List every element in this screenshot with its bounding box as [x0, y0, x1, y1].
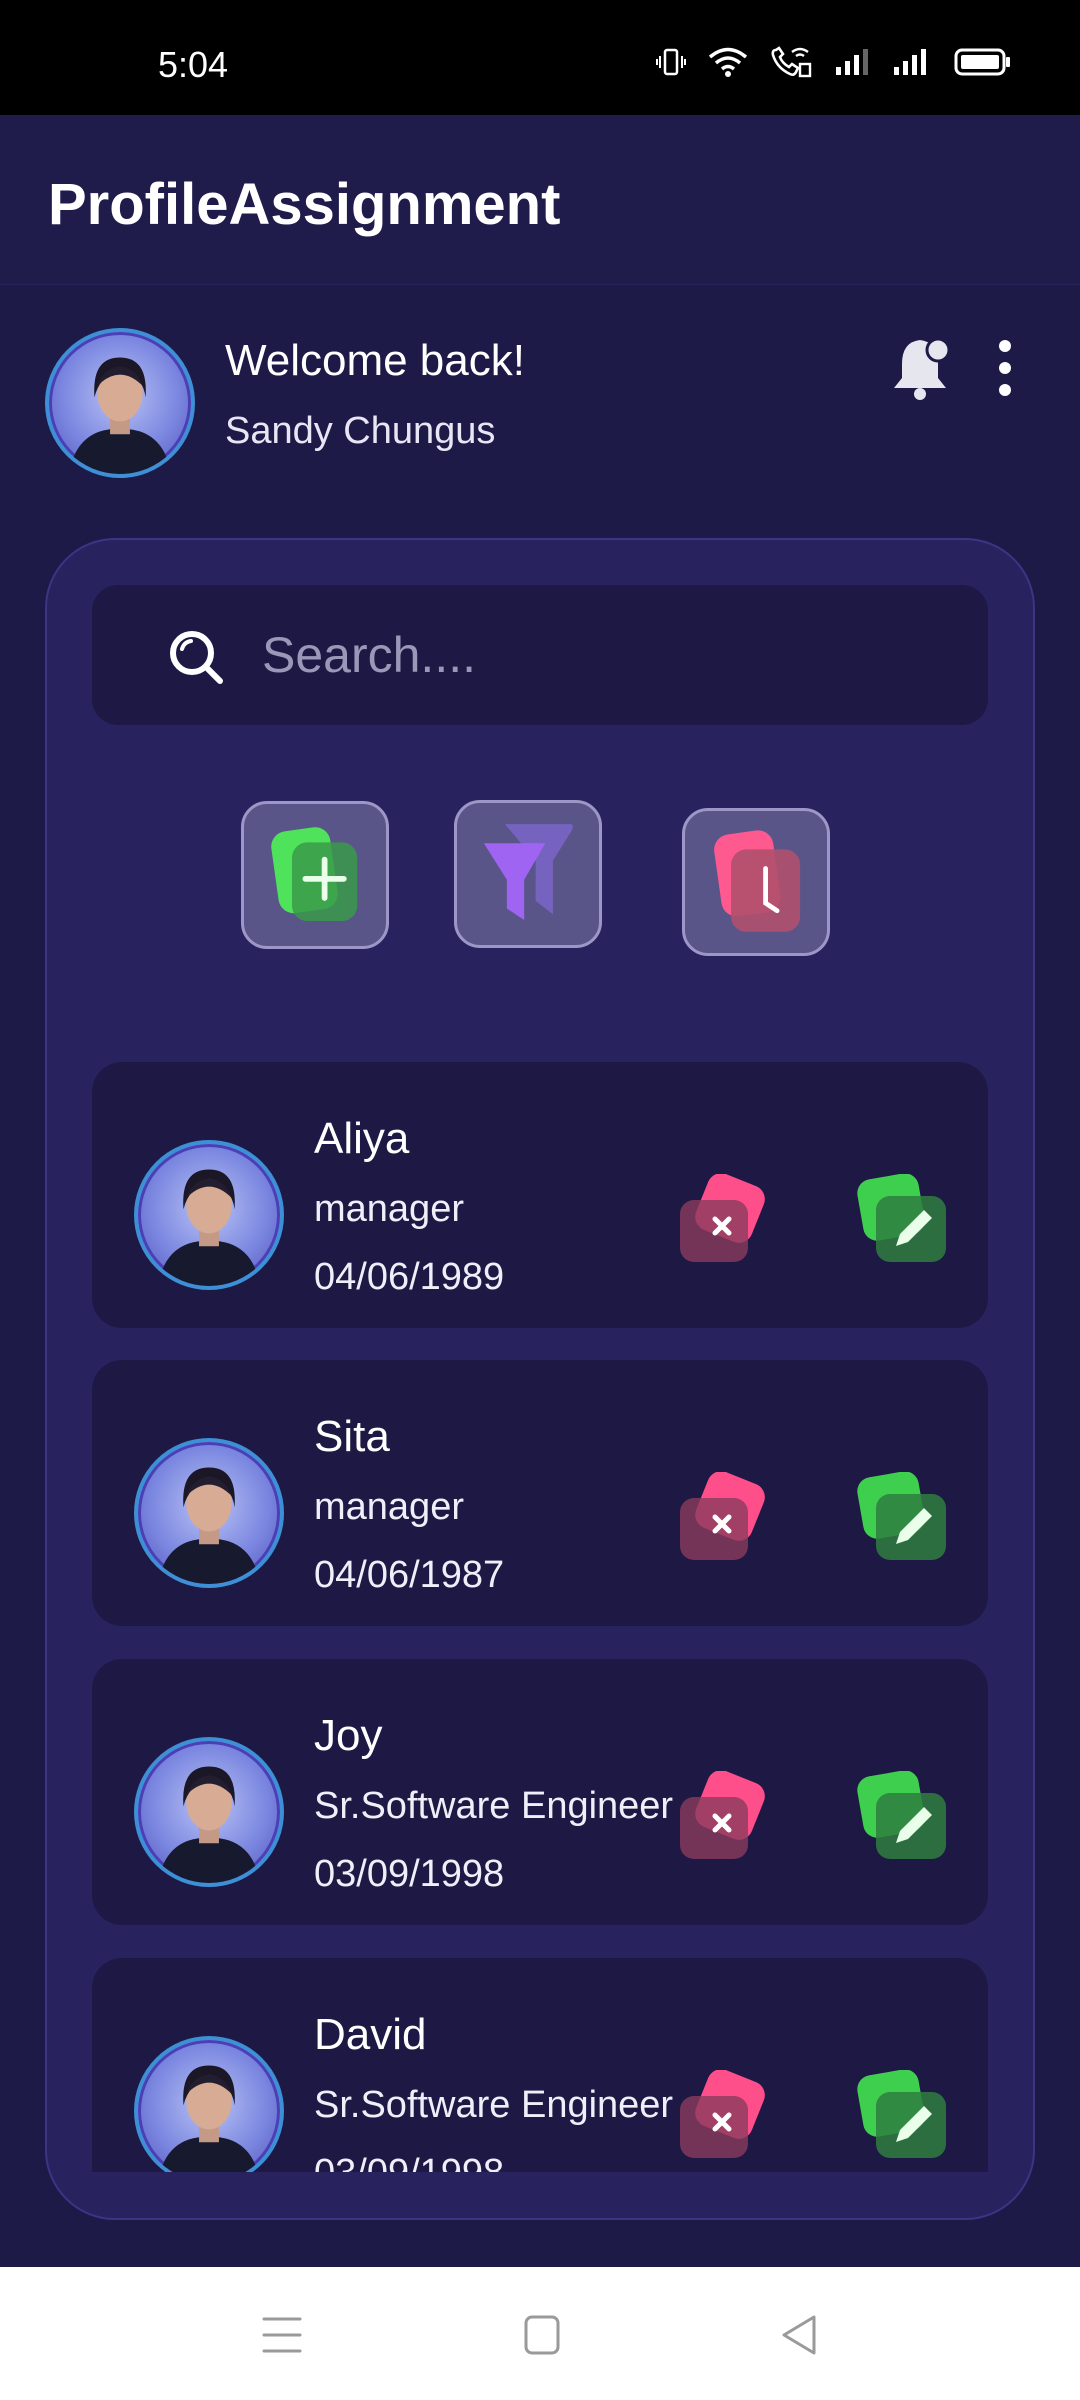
profile-header: Welcome back! Sandy Chungus: [0, 320, 1080, 480]
avatar: [134, 1438, 284, 1588]
main-panel: Aliya manager 04/06/1989 Sita manager 04…: [45, 538, 1035, 2220]
battery-icon: [954, 47, 1012, 82]
person-dob: 04/06/1989: [314, 1256, 505, 1298]
person-dob: 04/06/1987: [314, 1554, 505, 1596]
list-item[interactable]: Sita manager 04/06/1987: [92, 1360, 988, 1626]
filter-button[interactable]: [454, 800, 602, 948]
search-icon: [166, 627, 226, 687]
avatar[interactable]: [45, 328, 195, 478]
edit-icon: [857, 2070, 946, 2158]
search-input[interactable]: [262, 615, 942, 695]
avatar: [134, 1737, 284, 1887]
people-list[interactable]: Aliya manager 04/06/1989 Sita manager 04…: [92, 1062, 992, 2172]
delete-button[interactable]: [678, 1472, 770, 1562]
person-name: Aliya: [314, 1114, 410, 1163]
person-role: Sr.Software Engineer: [314, 1785, 674, 1827]
status-bar: 5:04: [0, 0, 1080, 115]
wifi-calling-icon: [770, 46, 812, 83]
person-role: manager: [314, 1486, 464, 1528]
signal-icon: [834, 47, 870, 82]
history-button[interactable]: [682, 808, 830, 956]
more-vert-icon[interactable]: [990, 338, 1020, 398]
search-bar[interactable]: [92, 585, 988, 725]
person-dob: 03/09/1998: [314, 2152, 504, 2172]
status-icons: [656, 46, 1012, 83]
edit-button[interactable]: [856, 1771, 948, 1861]
person-name: David: [314, 2010, 427, 2059]
system-nav-bar: [0, 2267, 1080, 2400]
edit-button[interactable]: [856, 1174, 948, 1264]
add-icon: [271, 827, 358, 922]
clock-icon: [714, 830, 801, 932]
menu-icon[interactable]: [252, 2309, 312, 2361]
edit-icon: [857, 1472, 946, 1560]
person-name: Joy: [314, 1711, 383, 1760]
signal-icon: [892, 47, 932, 82]
delete-button[interactable]: [678, 1771, 770, 1861]
list-item[interactable]: Aliya manager 04/06/1989: [92, 1062, 988, 1328]
app-bar: ProfileAssignment: [0, 115, 1080, 285]
back-icon[interactable]: [770, 2309, 830, 2361]
delete-icon: [680, 1472, 765, 1560]
edit-button[interactable]: [856, 1472, 948, 1562]
edit-icon: [857, 1771, 946, 1859]
list-item[interactable]: David Sr.Software Engineer 03/09/1998: [92, 1958, 988, 2172]
delete-button[interactable]: [678, 1174, 770, 1264]
welcome-text: Welcome back!: [225, 336, 525, 385]
page-title: ProfileAssignment: [48, 172, 561, 237]
bell-icon[interactable]: [890, 334, 951, 404]
person-name: Sita: [314, 1412, 390, 1461]
edit-icon: [857, 1174, 946, 1262]
delete-icon: [680, 1771, 765, 1859]
delete-icon: [680, 2070, 765, 2158]
delete-button[interactable]: [678, 2070, 770, 2160]
add-profile-button[interactable]: [241, 801, 389, 949]
vibrate-icon: [656, 47, 686, 82]
delete-icon: [680, 1174, 765, 1262]
home-icon[interactable]: [512, 2309, 572, 2361]
person-role: Sr.Software Engineer: [314, 2084, 674, 2126]
status-time: 5:04: [158, 44, 229, 85]
edit-button[interactable]: [856, 2070, 948, 2160]
wifi-icon: [708, 46, 748, 83]
avatar: [134, 1140, 284, 1290]
list-item[interactable]: Joy Sr.Software Engineer 03/09/1998: [92, 1659, 988, 1925]
person-role: manager: [314, 1188, 464, 1230]
person-dob: 03/09/1998: [314, 1853, 505, 1895]
user-name: Sandy Chungus: [225, 410, 496, 452]
avatar: [134, 2036, 284, 2172]
filter-icon: [483, 824, 573, 921]
